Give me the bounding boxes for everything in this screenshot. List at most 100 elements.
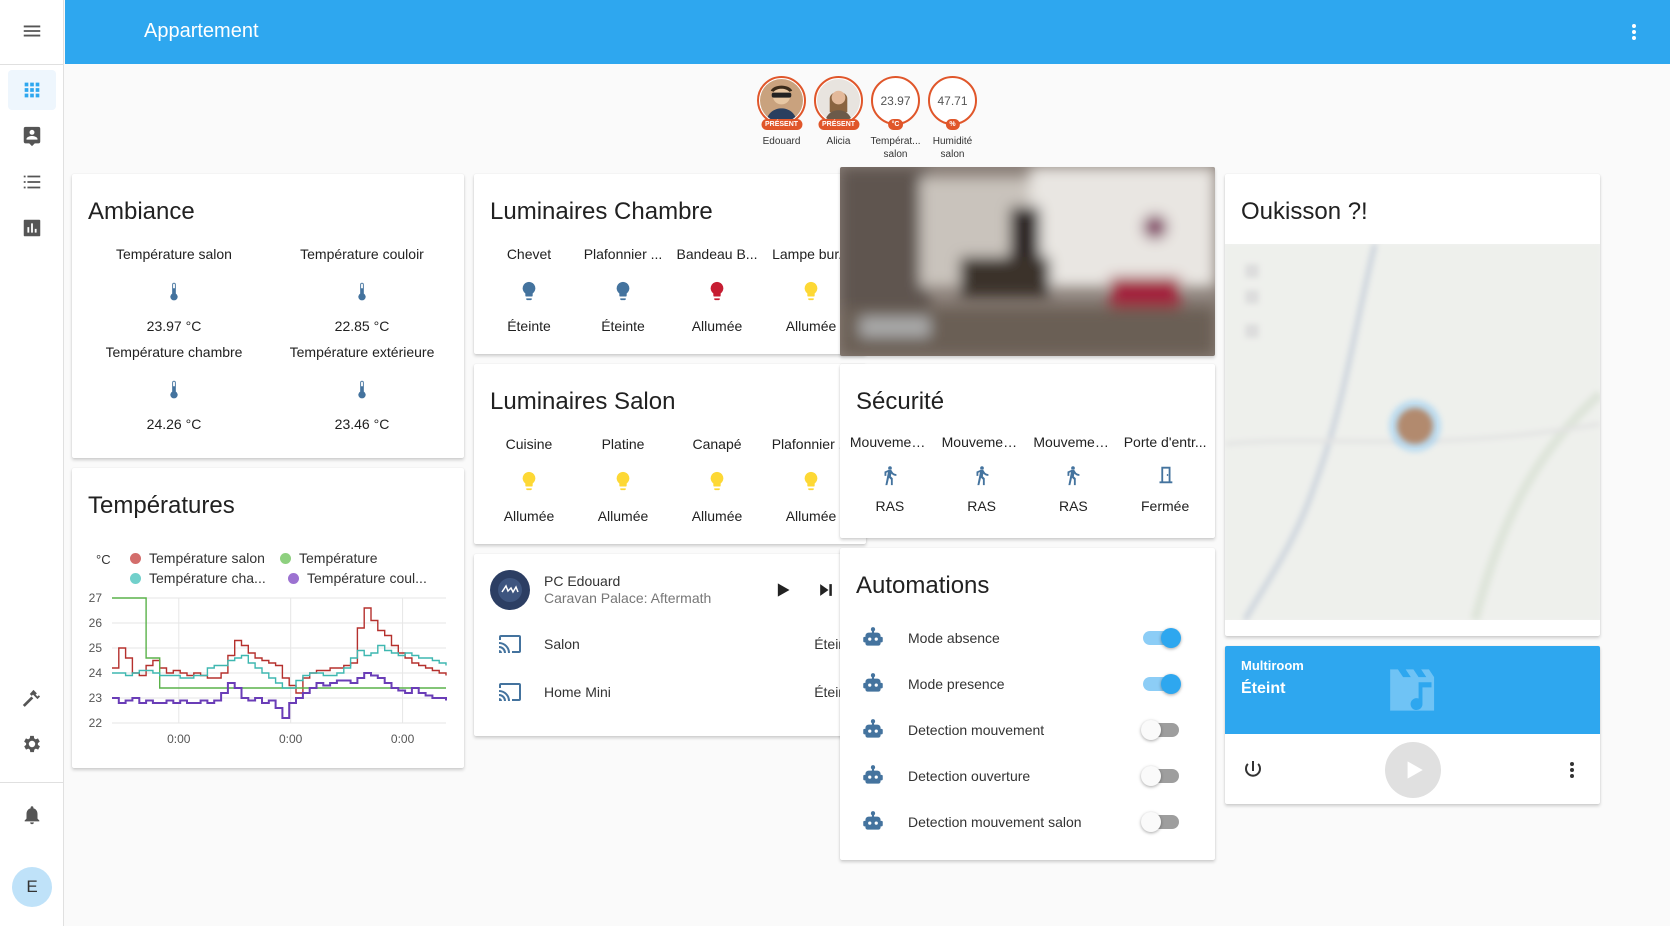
luminaires-salon-card: Luminaires Salon Cuisine Allumée Platine… <box>474 364 866 544</box>
entity-temperature-chambre[interactable]: Température chambre 24.26 °C <box>80 344 268 434</box>
entity-state: RAS <box>875 498 905 514</box>
chart-series-line <box>112 597 446 689</box>
automation-toggle[interactable] <box>1143 628 1181 648</box>
chart-series-line <box>112 644 447 689</box>
automation-row[interactable]: Detection ouverture <box>860 756 1195 796</box>
chart-y-tick-label: 24 <box>89 666 103 680</box>
power-icon[interactable] <box>1241 758 1265 782</box>
entity-light-plafonnier[interactable]: Plafonnier ... Éteinte <box>576 246 670 336</box>
chart-y-tick-label: 27 <box>89 591 103 605</box>
chart-y-tick-label: 25 <box>89 641 103 655</box>
sidebar-item-overview[interactable] <box>8 70 56 110</box>
automation-row[interactable]: Detection mouvement salon <box>860 802 1195 842</box>
more-vert-icon[interactable] <box>1560 758 1584 782</box>
toggle-knob <box>1141 720 1161 740</box>
entity-state: Allumée <box>691 318 743 334</box>
skip-next-icon[interactable] <box>816 580 836 600</box>
menu-icon[interactable] <box>8 11 56 51</box>
play-button[interactable] <box>1385 742 1441 798</box>
person-avatar-icon <box>817 79 860 122</box>
card-title: Ambiance <box>88 198 195 225</box>
badge-tag: PRÉSENT <box>817 119 860 130</box>
entity-state: Allumée <box>597 508 649 524</box>
entity-front-door[interactable]: Porte d'entr... Fermée <box>1119 434 1211 516</box>
entity-motion-1[interactable]: Mouvemen... RAS <box>844 434 936 516</box>
thermometer-icon <box>163 376 185 402</box>
media-device-row[interactable]: Home Mini Éteint <box>490 672 850 712</box>
entity-temperature-salon[interactable]: Température salon 23.97 °C <box>80 246 268 336</box>
entity-grid: Mouvemen... RAS Mouvemen... RAS Mouvemen… <box>844 434 1211 516</box>
luminaires-chambre-card: Luminaires Chambre Chevet Éteinte Plafon… <box>474 174 866 354</box>
entity-temperature-exterieure[interactable]: Température extérieure 23.46 °C <box>268 344 456 434</box>
user-avatar[interactable]: E <box>12 867 52 907</box>
automation-toggle[interactable] <box>1141 812 1179 832</box>
entity-state: 22.85 °C <box>334 318 390 334</box>
camera-image <box>840 167 1215 356</box>
chart-y-tick-label: 23 <box>89 691 103 705</box>
door-closed-icon <box>1154 462 1176 488</box>
sidebar-item-history[interactable] <box>8 208 56 248</box>
entity-temperature-couloir[interactable]: Température couloir 22.85 °C <box>268 246 456 336</box>
entity-state: Allumée <box>691 508 743 524</box>
walk-icon <box>879 462 901 488</box>
badge-person[interactable]: PRÉSENT Alicia <box>814 76 863 161</box>
entity-light-bandeau[interactable]: Bandeau B... Allumée <box>670 246 764 336</box>
entity-light-cuisine[interactable]: Cuisine Allumée <box>482 436 576 526</box>
more-vert-icon[interactable] <box>1622 20 1646 44</box>
sidebar-item-settings[interactable] <box>8 724 56 764</box>
sidebar-item-map[interactable] <box>8 116 56 156</box>
media-device-row[interactable]: Salon Éteint <box>490 624 850 664</box>
entity-state: RAS <box>967 498 997 514</box>
entity-name: Bandeau B... <box>676 246 758 262</box>
media-player-row[interactable]: PC Edouard Caravan Palace: Aftermath <box>490 568 850 612</box>
sidebar-divider <box>0 782 64 783</box>
lightbulb-icon <box>612 468 634 494</box>
automation-row[interactable]: Detection mouvement <box>860 710 1195 750</box>
automation-row[interactable]: Mode presence <box>860 664 1195 704</box>
entity-light-canape[interactable]: Canapé Allumée <box>670 436 764 526</box>
play-icon[interactable] <box>772 580 792 600</box>
media-device-name: Home Mini <box>544 684 611 700</box>
sidebar-item-developer-tools[interactable] <box>8 678 56 718</box>
card-title: Automations <box>856 572 990 599</box>
entity-grid: Chevet Éteinte Plafonnier ... Éteinte Ba… <box>482 246 858 336</box>
page-title: Appartement <box>144 20 259 42</box>
entity-name: Porte d'entr... <box>1123 434 1207 450</box>
automation-toggle[interactable] <box>1143 674 1181 694</box>
badge-circle: PRÉSENT <box>757 76 806 130</box>
entity-light-platine[interactable]: Platine Allumée <box>576 436 670 526</box>
automation-name: Mode presence <box>908 676 1005 692</box>
lightbulb-icon <box>706 278 728 304</box>
sidebar-item-logbook[interactable] <box>8 162 56 202</box>
chart-y-tick-label: 26 <box>89 616 103 630</box>
entity-motion-3[interactable]: Mouvemen... RAS <box>1028 434 1120 516</box>
sidebar-item-notifications[interactable] <box>8 795 56 835</box>
robot-icon <box>863 627 883 646</box>
securite-card: Sécurité Mouvemen... RAS Mouvemen... RAS… <box>840 364 1215 538</box>
entity-light-chevet[interactable]: Chevet Éteinte <box>482 246 576 336</box>
entity-motion-2[interactable]: Mouvemen... RAS <box>936 434 1028 516</box>
camera-feed[interactable] <box>840 167 1215 356</box>
badge-sensor[interactable]: 23.97 °C Températ... salon <box>870 76 921 161</box>
map-view[interactable] <box>1225 244 1600 620</box>
badge-sensor[interactable]: 47.71 % Humidité salon <box>928 76 977 161</box>
automation-toggle[interactable] <box>1141 766 1179 786</box>
entity-name: Chevet <box>506 246 552 262</box>
automation-row[interactable]: Mode absence <box>860 618 1195 658</box>
entity-state: Éteinte <box>507 318 551 334</box>
play-icon <box>1407 761 1423 779</box>
automation-toggle[interactable] <box>1141 720 1179 740</box>
automation-name: Mode absence <box>908 630 1000 646</box>
entity-grid: Cuisine Allumée Platine Allumée Canapé A… <box>482 436 858 526</box>
badges-row: PRÉSENT Edouard PRÉSENT Alicia 23.97 °C … <box>757 76 977 161</box>
badge-person[interactable]: PRÉSENT Edouard <box>757 76 806 161</box>
multiroom-title: Multiroom <box>1241 658 1304 673</box>
chart-series-line <box>112 672 447 719</box>
entity-state: Allumée <box>785 508 837 524</box>
person-avatar-icon <box>760 79 803 122</box>
automation-name: Detection mouvement salon <box>908 814 1082 830</box>
card-title: Luminaires Salon <box>490 388 676 415</box>
entity-name: Température salon <box>116 246 232 262</box>
movie-music-icon <box>1390 669 1435 711</box>
temperature-chart: 27 26 25 24 23 22 0:00 0:00 0:00 <box>89 591 447 746</box>
